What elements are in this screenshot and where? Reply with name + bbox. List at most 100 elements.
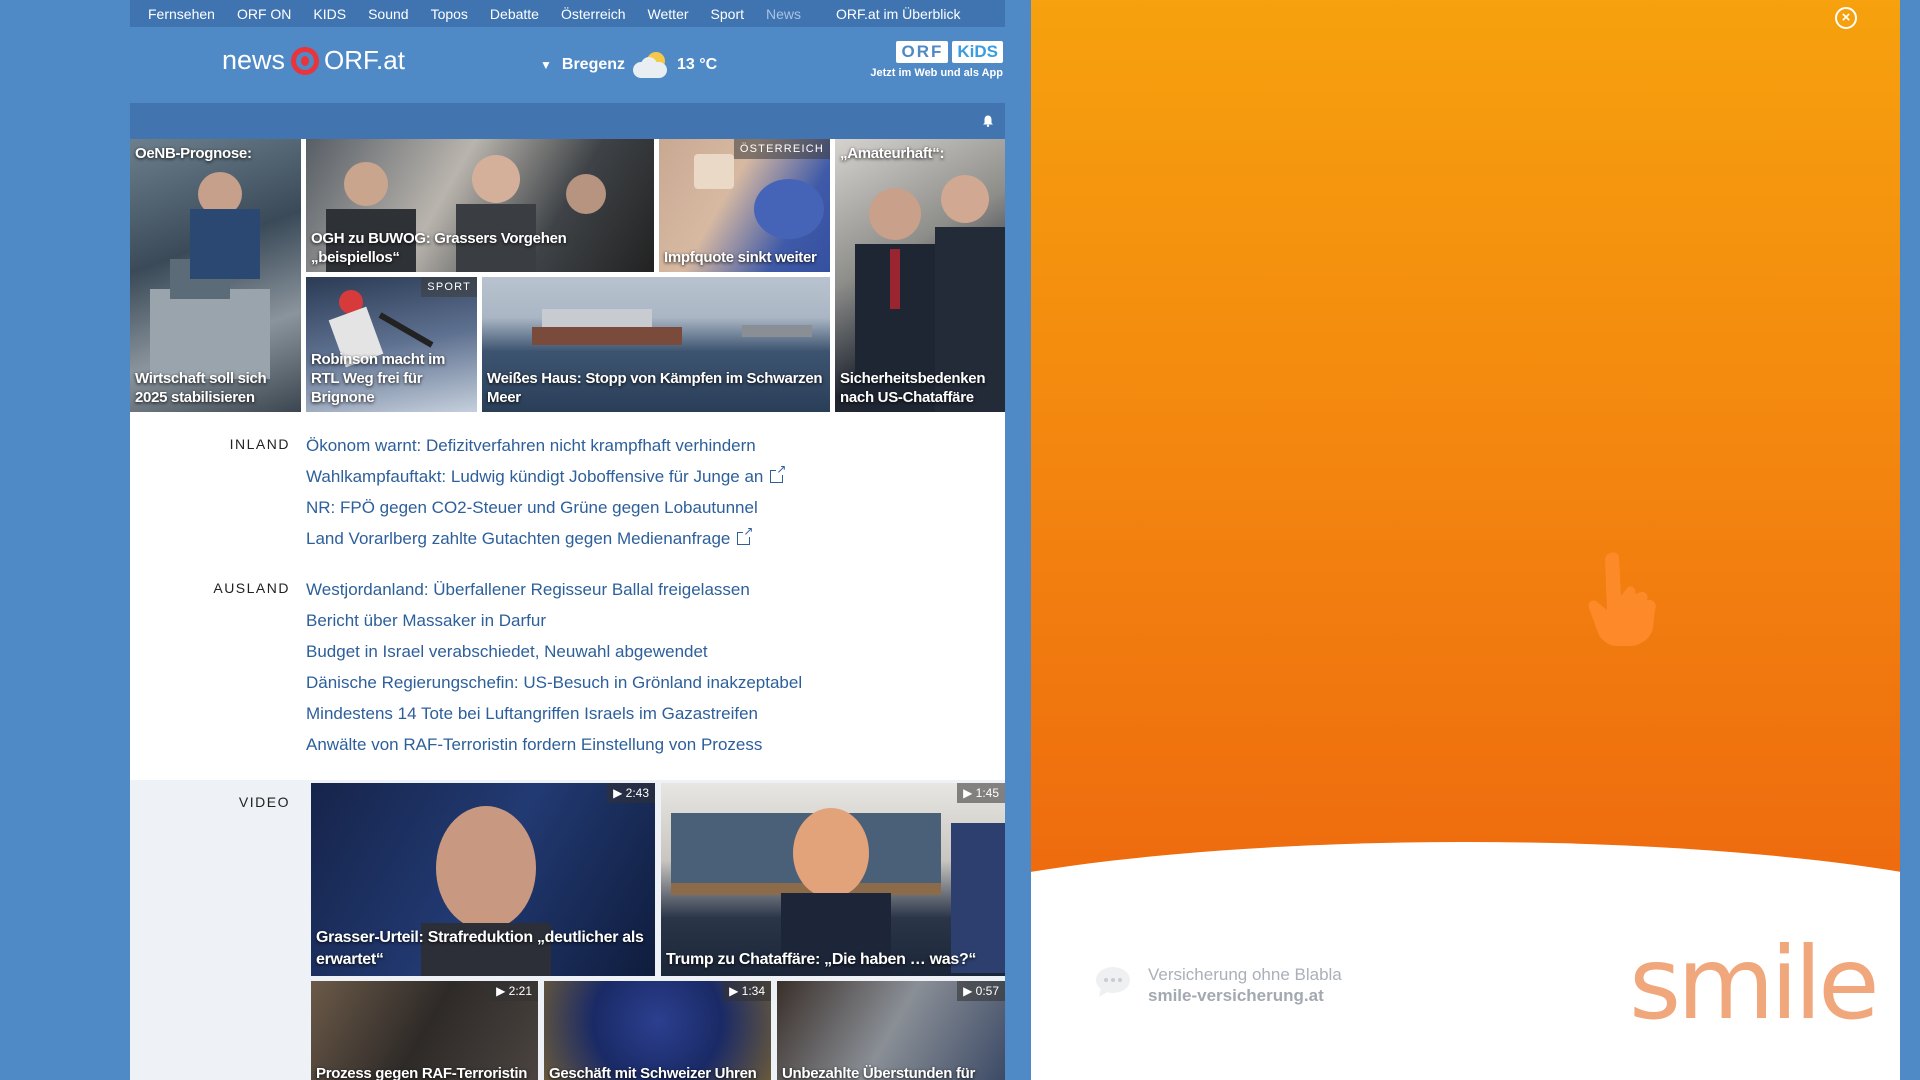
section-label-ausland: AUSLAND [213, 580, 290, 596]
nav-news[interactable]: News [766, 6, 801, 22]
headline-link[interactable]: NR: FPÖ gegen CO2-Steuer und Grüne gegen… [306, 496, 783, 527]
tile-caption: Wirtschaft soll sich 2025 stabilisieren [135, 370, 267, 406]
main-panel: OeNB-Prognose: Wirtschaft soll sich 2025… [130, 103, 1005, 1080]
tile-kicker: „Amateurhaft“: [840, 145, 945, 162]
story-tile-ogh-buwog[interactable]: OGH zu BUWOG: Grassers Vorgehen „beispie… [306, 139, 654, 272]
tile-caption: Grasser-Urteil: Strafreduktion „deutlich… [316, 929, 644, 968]
video-duration: ▶ 2:43 [607, 783, 655, 803]
orf-kids-promo[interactable]: ORF KiDS Jetzt im Web und als App [870, 41, 1003, 79]
headline-text: Westjordanland: Überfallener Regisseur B… [306, 580, 750, 599]
headline-text: Bericht über Massaker in Darfur [306, 611, 546, 630]
section-tag: ÖSTERREICH [733, 139, 830, 159]
headline-text: Ökonom warnt: Defizitverfahren nicht kra… [306, 436, 756, 455]
kids-badge: KiDS [952, 41, 1003, 63]
headline-text: NR: FPÖ gegen CO2-Steuer und Grüne gegen… [306, 498, 758, 517]
site-header: news ORF.at ▼ Bregenz 13 °C ORF KiDS Jet… [130, 27, 1005, 103]
video-tile[interactable]: ▶ 0:57 Unbezahlte Überstunden für [777, 981, 1005, 1080]
tile-caption: Geschäft mit Schweizer Uhren [549, 1065, 757, 1080]
section-label-video: VIDEO [238, 794, 290, 810]
headline-text: Land Vorarlberg zahlte Gutachten gegen M… [306, 529, 731, 548]
video-tile[interactable]: ▶ 1:45 Trump zu Chataffäre: „Die haben …… [661, 783, 1005, 976]
story-tile-oenb[interactable]: OeNB-Prognose: Wirtschaft soll sich 2025… [130, 139, 301, 412]
video-duration: ▶ 0:57 [957, 981, 1005, 1001]
top-navigation: Fernsehen ORF ON KIDS Sound Topos Debatt… [130, 0, 1005, 27]
video-thumbnail [671, 808, 1005, 976]
chat-bubble-icon [1096, 967, 1130, 997]
tile-caption: Unbezahlte Überstunden für [782, 1065, 976, 1080]
ad-slogan-line1: Versicherung ohne Blabla [1148, 965, 1342, 984]
panel-toolbar [130, 103, 1005, 139]
story-tile-impfquote[interactable]: ÖSTERREICH Impfquote sinkt weiter [659, 139, 830, 272]
orf-eye-icon [291, 46, 320, 75]
nav-wetter[interactable]: Wetter [648, 6, 689, 22]
weather-widget[interactable]: ▼ Bregenz 13 °C [540, 52, 717, 78]
tile-caption: Sicherheitsbedenken nach US-Chataffäre [840, 370, 986, 406]
headline-link[interactable]: Wahlkampfauftakt: Ludwig kündigt Joboffe… [306, 463, 787, 496]
headline-text: Anwälte von RAF-Terroristin fordern Eins… [306, 735, 763, 754]
section-video: VIDEO ▶ 2:43 Grasser-Urteil: Strafredukt… [130, 780, 1005, 1080]
headline-link[interactable]: Dänische Regierungschefin: US-Besuch in … [306, 671, 802, 702]
duration-text: 0:57 [975, 984, 999, 998]
video-duration: ▶ 1:34 [723, 981, 771, 1001]
headline-text: Dänische Regierungschefin: US-Besuch in … [306, 673, 803, 692]
smile-advertisement[interactable]: × Versicherung ohne Blabla smile-versich… [1031, 0, 1900, 1080]
nav-overview[interactable]: ORF.at im Überblick [836, 6, 960, 22]
duration-text: 2:21 [508, 984, 532, 998]
news-orf-logo[interactable]: news ORF.at [222, 45, 405, 76]
video-duration: ▶ 2:21 [490, 981, 538, 1001]
headline-text: Mindestens 14 Tote bei Luftangriffen Isr… [306, 704, 759, 723]
nav-orf-on[interactable]: ORF ON [237, 6, 291, 22]
video-tile[interactable]: ▶ 1:34 Geschäft mit Schweizer Uhren [544, 981, 771, 1080]
tile-caption: Robinson macht im RTL Weg frei für Brign… [311, 351, 446, 406]
headline-link[interactable]: Land Vorarlberg zahlte Gutachten gegen M… [306, 525, 783, 558]
story-tile-weisses-haus[interactable]: Weißes Haus: Stopp von Kämpfen im Schwar… [482, 277, 830, 412]
tile-caption: Prozess gegen RAF-Terroristin [316, 1065, 528, 1080]
headline-text: Wahlkampfauftakt: Ludwig kündigt Joboffe… [306, 467, 764, 486]
bell-icon[interactable] [982, 115, 994, 127]
story-tile-robinson[interactable]: SPORT Robinson macht im RTL Weg frei für… [306, 277, 477, 412]
nav-oesterreich[interactable]: Österreich [561, 6, 626, 22]
play-icon: ▶ [963, 786, 976, 800]
section-label-inland: INLAND [229, 436, 290, 452]
kids-promo-subtitle: Jetzt im Web und als App [870, 67, 1003, 79]
video-tile[interactable]: ▶ 2:21 Prozess gegen RAF-Terroristin [311, 981, 538, 1080]
nav-kids[interactable]: KIDS [313, 6, 346, 22]
video-tile[interactable]: ▶ 2:43 Grasser-Urteil: Strafreduktion „d… [311, 783, 655, 976]
tile-caption: Weißes Haus: Stopp von Kämpfen im Schwar… [487, 370, 823, 406]
ad-slogan-url: smile-versicherung.at [1148, 986, 1324, 1005]
play-icon: ▶ [496, 984, 509, 998]
logo-news-text: news [222, 45, 286, 75]
headline-link[interactable]: Mindestens 14 Tote bei Luftangriffen Isr… [306, 702, 802, 733]
duration-text: 2:43 [625, 786, 649, 800]
weather-location: Bregenz [561, 56, 626, 73]
tile-kicker: OeNB-Prognose: [135, 145, 252, 162]
play-icon: ▶ [613, 786, 626, 800]
nav-sport[interactable]: Sport [711, 6, 744, 22]
section-tag: SPORT [421, 277, 477, 297]
pointing-hand-icon [1588, 552, 1656, 646]
ad-orange-background [1031, 0, 1900, 890]
external-link-icon [770, 463, 787, 483]
duration-text: 1:45 [975, 786, 999, 800]
headline-link[interactable]: Bericht über Massaker in Darfur [306, 609, 802, 640]
headline-link[interactable]: Ökonom warnt: Defizitverfahren nicht kra… [306, 434, 783, 465]
headline-text: Budget in Israel verabschiedet, Neuwahl … [306, 642, 708, 661]
ad-close-button[interactable]: × [1835, 7, 1857, 29]
headline-link[interactable]: Anwälte von RAF-Terroristin fordern Eins… [306, 733, 802, 764]
smile-brand-logo: smile [1629, 925, 1880, 1042]
tile-caption: Impfquote sinkt weiter [664, 249, 817, 266]
ad-slogan: Versicherung ohne Blabla smile-versicher… [1148, 964, 1342, 1006]
nav-debatte[interactable]: Debatte [490, 6, 539, 22]
nav-topos[interactable]: Topos [431, 6, 468, 22]
nav-sound[interactable]: Sound [368, 6, 408, 22]
headline-link[interactable]: Westjordanland: Überfallener Regisseur B… [306, 578, 802, 609]
video-duration: ▶ 1:45 [957, 783, 1005, 803]
partly-cloudy-icon [633, 52, 669, 78]
external-link-icon [737, 525, 754, 545]
dropdown-triangle-icon: ▼ [540, 58, 552, 72]
play-icon: ▶ [963, 984, 976, 998]
story-tile-amateurhaft[interactable]: „Amateurhaft“: Sicherheitsbedenken nach … [835, 139, 1005, 412]
headline-link[interactable]: Budget in Israel verabschiedet, Neuwahl … [306, 640, 802, 671]
nav-fernsehen[interactable]: Fernsehen [148, 6, 215, 22]
play-icon: ▶ [729, 984, 742, 998]
